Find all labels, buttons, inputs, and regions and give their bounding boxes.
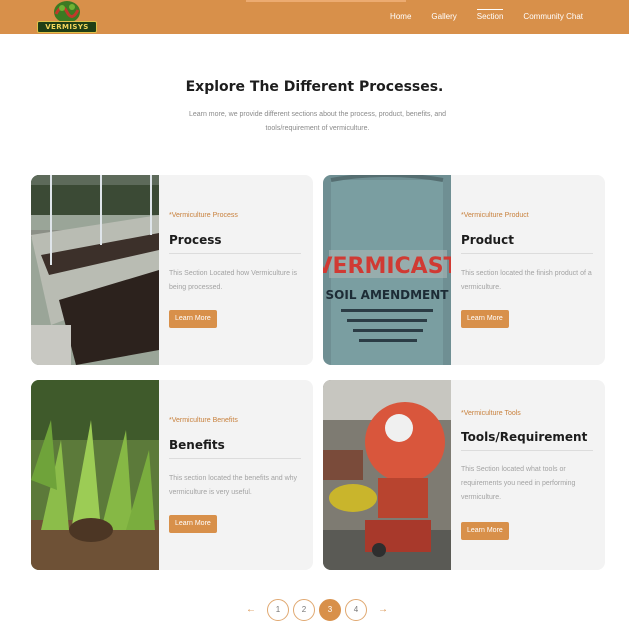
nav-gallery-link[interactable]: Gallery <box>421 0 466 34</box>
svg-text:VERMICAST: VERMICAST <box>323 254 451 279</box>
next-arrow-icon[interactable]: → <box>376 599 390 621</box>
card-title: Process <box>169 233 222 247</box>
card-body: *Vermiculture Tools Tools/Requirement Th… <box>451 380 605 570</box>
card-description: This section located the benefits and wh… <box>169 475 298 496</box>
page-2-button[interactable]: 2 <box>293 599 315 621</box>
nav-home-link[interactable]: Home <box>380 0 421 34</box>
pagination: ← 1 2 3 4 → <box>0 599 629 621</box>
learn-more-button[interactable]: Learn More <box>169 515 217 533</box>
card-divider <box>169 458 301 459</box>
nav-section-link[interactable]: Section <box>467 0 514 34</box>
svg-text:SOIL AMENDMENT: SOIL AMENDMENT <box>326 288 450 302</box>
learn-more-button[interactable]: Learn More <box>461 522 509 540</box>
card-description: This section located the finish product … <box>461 270 592 291</box>
page-subtitle: Learn more, we provide different section… <box>188 111 447 132</box>
learn-more-button[interactable]: Learn More <box>169 310 217 328</box>
card-tag: *Vermiculture Product <box>461 212 529 219</box>
card-benefits: *Vermiculture Benefits Benefits This sec… <box>31 380 313 570</box>
card-body: *Vermiculture Product Product This secti… <box>451 175 605 365</box>
card-tag: *Vermiculture Tools <box>461 410 521 417</box>
card-title: Benefits <box>169 438 225 452</box>
card-body: *Vermiculture Benefits Benefits This sec… <box>159 380 313 570</box>
page-3-button[interactable]: 3 <box>319 599 341 621</box>
card-process: *Vermiculture Process Process This Secti… <box>31 175 313 365</box>
learn-more-button[interactable]: Learn More <box>461 310 509 328</box>
nav-community-chat-link[interactable]: Community Chat <box>513 0 593 34</box>
vermicast-sack-photo: VERMICAST SOIL AMENDMENT <box>323 175 451 365</box>
card-body: *Vermiculture Process Process This Secti… <box>159 175 313 365</box>
plants-photo <box>31 380 159 570</box>
card-tag: *Vermiculture Process <box>169 212 238 219</box>
prev-arrow-icon[interactable]: ← <box>244 599 258 621</box>
card-tag: *Vermiculture Benefits <box>169 417 238 424</box>
page-4-button[interactable]: 4 <box>345 599 367 621</box>
card-title: Product <box>461 233 514 247</box>
card-description: This Section located what tools or requi… <box>461 466 576 501</box>
shredder-machine-photo <box>323 380 451 570</box>
card-divider <box>461 253 593 254</box>
card-product: VERMICAST SOIL AMENDMENT *Vermiculture P… <box>323 175 605 365</box>
page-title: Explore The Different Processes. <box>185 79 444 95</box>
card-divider <box>461 450 593 451</box>
main-nav: Home Gallery Section Community Chat <box>380 0 593 34</box>
logo-text: VERMISYS <box>37 21 97 33</box>
page-1-button[interactable]: 1 <box>267 599 289 621</box>
card-tools: *Vermiculture Tools Tools/Requirement Th… <box>323 380 605 570</box>
top-nav-bar: VERMISYS Home Gallery Section Community … <box>0 0 629 34</box>
greenhouse-beds-photo <box>31 175 159 365</box>
card-divider <box>169 253 301 254</box>
card-title: Tools/Requirement <box>461 430 588 444</box>
card-description: This Section Located how Vermiculture is… <box>169 270 298 291</box>
